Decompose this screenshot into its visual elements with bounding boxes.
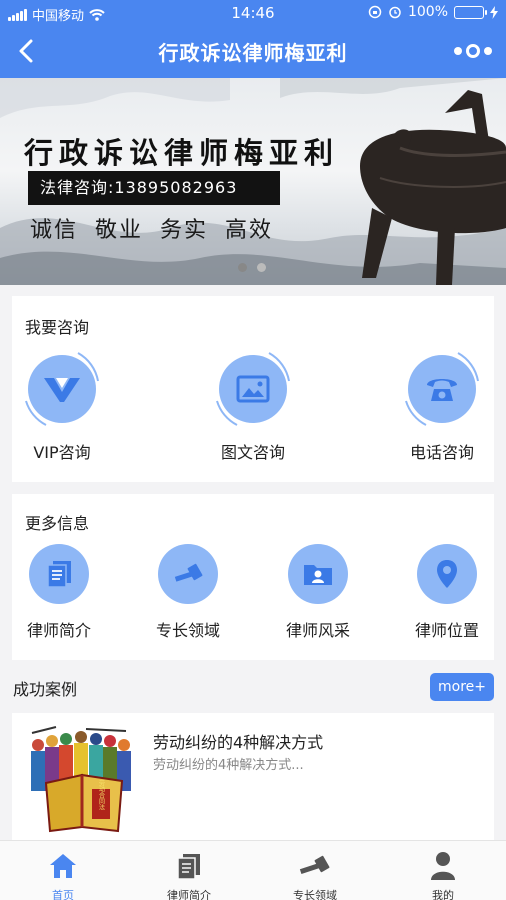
tab-lawyer-intro-label: 律师简介 <box>167 889 211 900</box>
banner-title: 行政诉讼律师梅亚利 <box>24 136 340 170</box>
cases-title: 成功案例 <box>13 680 78 699</box>
home-icon <box>50 854 76 878</box>
tab-lawyer-intro[interactable]: 律师简介 <box>126 850 252 900</box>
gavel-icon <box>299 855 330 874</box>
location-pin-icon <box>437 560 457 588</box>
consult-card: 我要咨询 VIP咨询 图文咨询 电话咨询 <box>12 296 494 482</box>
status-bar: 中国移动 14:46 100% <box>0 0 506 26</box>
case-description: 劳动纠纷的4种解决方式... <box>153 758 304 773</box>
case-thumbnail-image: 劳动合同法 <box>26 723 138 833</box>
vip-icon <box>44 378 80 402</box>
tab-mine[interactable]: 我的 <box>380 850 506 900</box>
rotation-lock-icon <box>368 5 382 19</box>
banner-slogan: 诚信 敬业 务实 高效 <box>30 218 273 243</box>
carousel-indicator <box>238 263 266 272</box>
lawyer-intro-label: 律师简介 <box>26 621 91 640</box>
more-info-title: 更多信息 <box>25 514 90 533</box>
lawyer-intro-button[interactable]: 律师简介 <box>9 544 109 641</box>
battery-icon <box>454 5 487 19</box>
phone-consult-button[interactable]: 电话咨询 <box>382 351 502 463</box>
case-title: 劳动纠纷的4种解决方式 <box>153 733 324 752</box>
tab-mine-label: 我的 <box>432 889 454 900</box>
nav-bar: 行政诉讼律师梅亚利 <box>0 26 506 78</box>
vip-consult-label: VIP咨询 <box>33 443 91 462</box>
battery-percent: 100% <box>407 4 448 20</box>
image-consult-button[interactable]: 图文咨询 <box>193 351 313 463</box>
page-title: 行政诉讼律师梅亚利 <box>158 41 348 65</box>
expertise-label: 专长领域 <box>155 621 220 640</box>
phone-consult-label: 电话咨询 <box>409 443 474 462</box>
lawyer-style-button[interactable]: 律师风采 <box>268 544 368 641</box>
consult-title: 我要咨询 <box>25 318 90 337</box>
banner-carousel[interactable]: 行政诉讼律师梅亚利 法律咨询:13895082963 诚信 敬业 务实 高效 <box>0 78 506 285</box>
more-info-card: 更多信息 律师简介 专长领域 律师风采 律师位置 <box>12 494 494 660</box>
user-icon <box>431 852 455 880</box>
carousel-dot[interactable] <box>257 263 266 272</box>
lawyer-location-label: 律师位置 <box>414 621 479 640</box>
tab-expertise[interactable]: 专长领域 <box>252 850 378 900</box>
case-list-item[interactable]: 劳动合同法 劳动纠纷的4种解决方式 劳动纠纷的4种解决方式... <box>12 713 494 840</box>
banner-phone: 法律咨询:13895082963 <box>28 171 280 205</box>
more-menu-icon[interactable] <box>454 44 492 58</box>
vip-consult-button[interactable]: VIP咨询 <box>2 351 122 463</box>
gavel-icon <box>174 563 203 582</box>
tab-expertise-label: 专长领域 <box>293 889 337 900</box>
cases-header: 成功案例 more+ <box>0 672 506 704</box>
top-bar: 中国移动 14:46 100% 行政诉讼律师梅亚利 <box>0 0 506 78</box>
document-icon <box>47 561 71 588</box>
more-cases-button[interactable]: more+ <box>430 673 494 701</box>
lawyer-style-label: 律师风采 <box>285 621 350 640</box>
status-right: 100% <box>368 4 498 20</box>
charging-icon <box>490 5 498 19</box>
document-icon <box>177 854 200 880</box>
carousel-dot[interactable] <box>238 263 247 272</box>
tab-home[interactable]: 首页 <box>0 850 126 900</box>
bottom-tab-bar: 首页 律师简介 专长领域 我的 <box>0 840 506 900</box>
lawyer-location-button[interactable]: 律师位置 <box>397 544 497 641</box>
book-cover-text: 劳动合同法 <box>98 779 105 811</box>
profile-folder-icon <box>304 565 332 585</box>
image-icon <box>236 375 270 403</box>
image-consult-label: 图文咨询 <box>220 443 285 462</box>
telephone-icon <box>427 379 457 401</box>
expertise-button[interactable]: 专长领域 <box>138 544 238 641</box>
alarm-icon <box>389 6 401 19</box>
tab-home-label: 首页 <box>52 889 74 900</box>
